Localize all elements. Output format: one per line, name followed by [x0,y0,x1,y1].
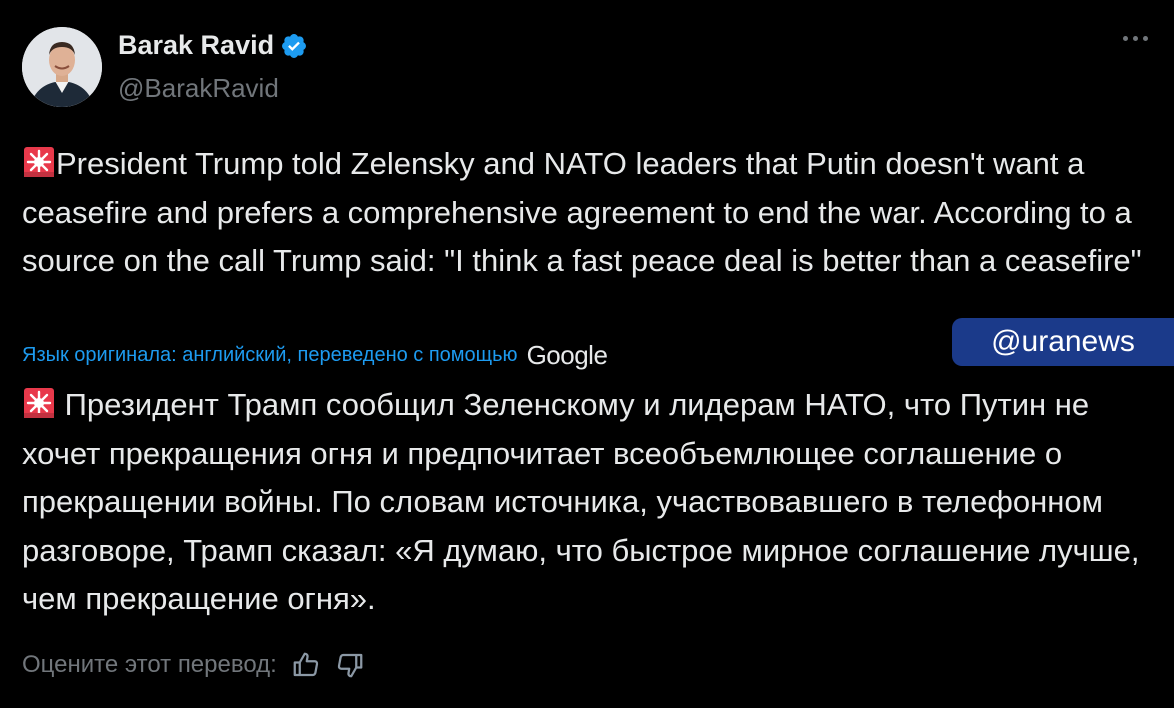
uranews-watermark: @uranews [952,318,1174,366]
translation-note-text: Язык оригинала: английский, переведено с… [22,344,518,366]
tweet-text-original: President Trump told Zelensky and NATO l… [22,140,1152,286]
avatar[interactable] [22,27,102,107]
author-name[interactable]: Barak Ravid [118,30,274,61]
verified-badge-icon [282,33,307,58]
tweet-text-translated: Президент Трамп сообщил Зеленскому и лид… [22,381,1152,624]
more-options-icon[interactable] [1123,36,1148,41]
tweet-text-en: President Trump told Zelensky and NATO l… [22,146,1142,278]
siren-emoji-icon [24,147,54,177]
translation-note: Язык оригинала: английский, переведено с… [22,340,608,371]
rate-translation-label: Оцените этот перевод: [22,651,277,678]
siren-emoji-icon [24,388,54,418]
thumbs-down-icon[interactable] [335,650,365,680]
avatar-photo [22,27,102,107]
tweet-text-ru: Президент Трамп сообщил Зеленскому и лид… [22,387,1140,616]
thumbs-up-icon[interactable] [291,650,321,680]
rate-translation: Оцените этот перевод: [22,650,365,680]
author-handle[interactable]: @BarakRavid [118,73,279,104]
google-logo: Google [526,340,608,370]
